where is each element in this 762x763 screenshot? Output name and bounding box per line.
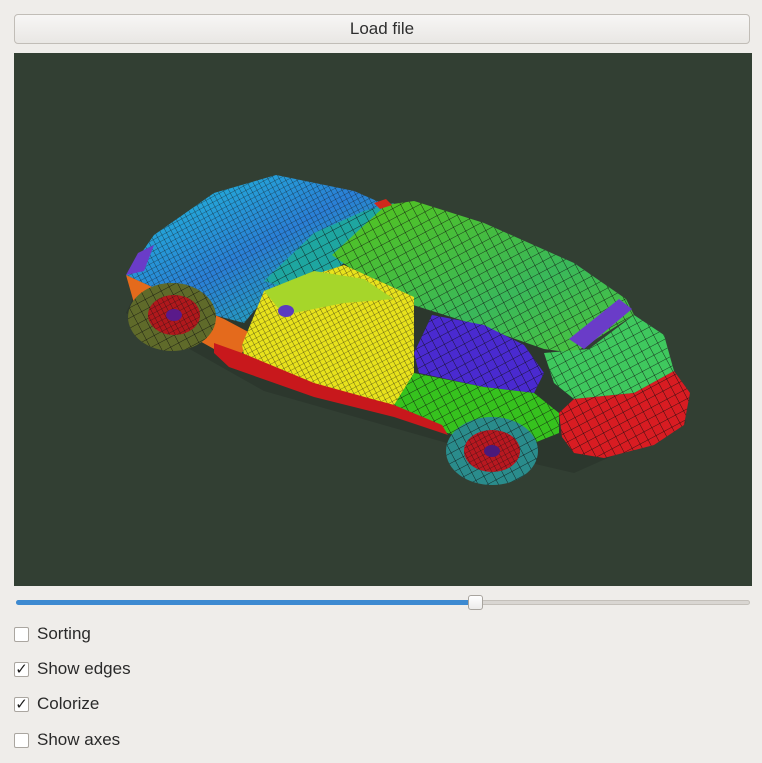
app-window: Load file Sorting ✓ Show edges ✓ Coloriz…: [0, 0, 762, 763]
mesh-slider[interactable]: [14, 594, 752, 612]
load-file-button[interactable]: Load file: [14, 14, 750, 44]
colorize-checkbox-row[interactable]: ✓ Colorize: [14, 693, 99, 715]
sorting-checkbox[interactable]: [14, 626, 29, 642]
show-edges-label: Show edges: [37, 659, 131, 678]
front-wheel: [128, 283, 216, 351]
show-axes-checkbox[interactable]: [14, 732, 29, 748]
slider-fill: [16, 600, 475, 605]
colorize-checkbox[interactable]: ✓: [14, 696, 29, 712]
slider-handle[interactable]: [467, 595, 483, 610]
car-mesh-render: [126, 175, 690, 485]
sorting-label: Sorting: [37, 624, 91, 643]
show-edges-checkbox[interactable]: ✓: [14, 661, 29, 677]
rear-wheel: [446, 417, 538, 485]
show-axes-label: Show axes: [37, 730, 121, 749]
colorize-label: Colorize: [37, 694, 100, 713]
show-axes-checkbox-row[interactable]: Show axes: [14, 729, 120, 751]
sorting-checkbox-row[interactable]: Sorting: [14, 623, 91, 645]
show-edges-checkbox-row[interactable]: ✓ Show edges: [14, 658, 131, 680]
3d-viewport[interactable]: [14, 53, 752, 586]
